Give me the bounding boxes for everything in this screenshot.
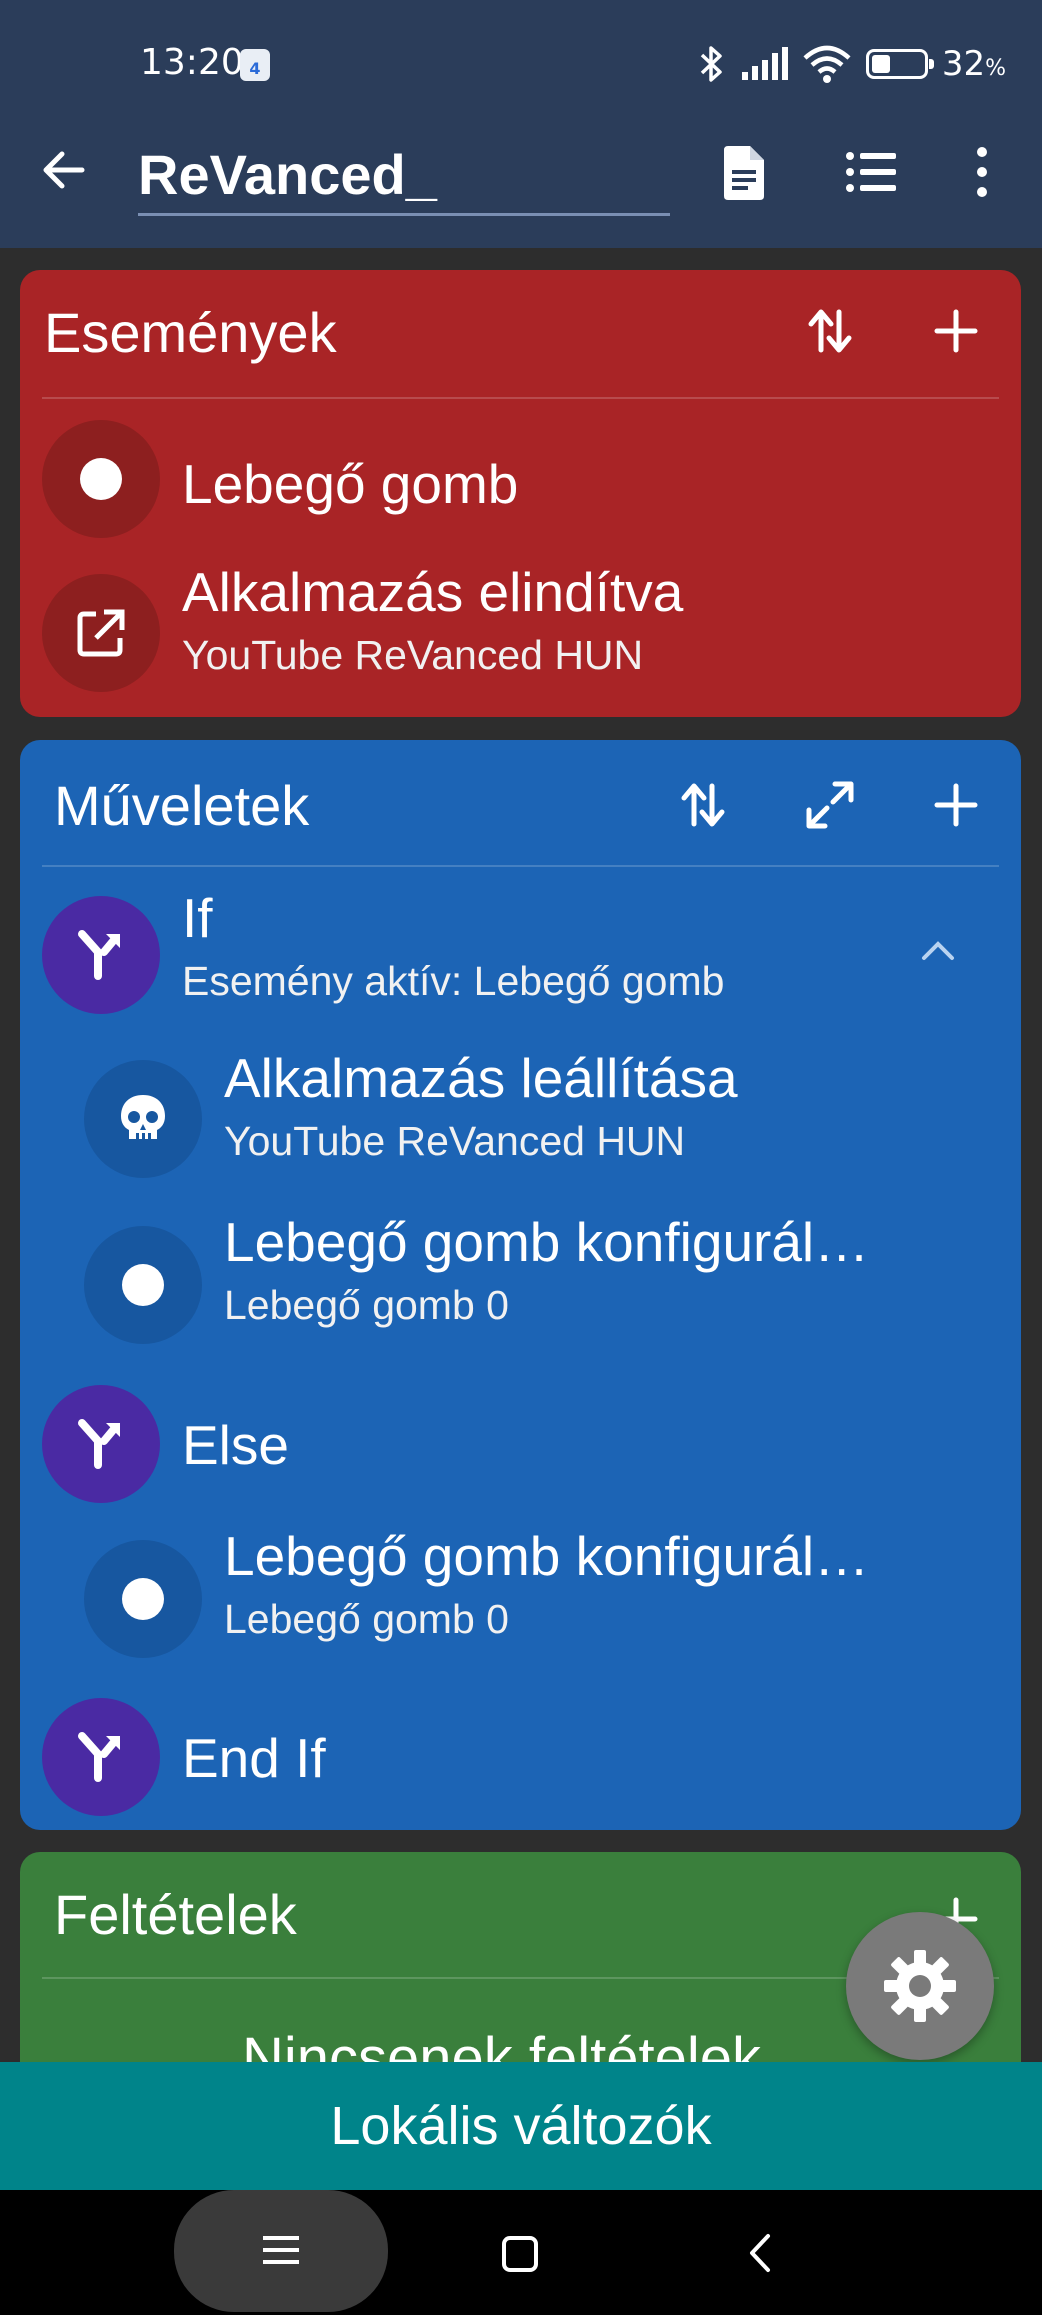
action-title: Lebegő gomb konfigurál…	[224, 1211, 870, 1273]
notification-badge: 4	[240, 49, 270, 81]
battery-percent: 32%	[941, 44, 1006, 84]
recents-button[interactable]	[174, 2190, 388, 2312]
sort-icon[interactable]	[672, 774, 734, 836]
home-icon[interactable]	[498, 2232, 542, 2276]
status-time: 13:20	[140, 42, 244, 83]
wifi-icon	[803, 45, 851, 83]
action-row-if[interactable]: If Esemény aktív: Lebegő gomb	[20, 887, 1021, 1016]
action-row-else[interactable]: Else	[20, 1385, 1021, 1505]
event-row[interactable]: Lebegő gomb	[20, 420, 1021, 540]
dot-icon	[84, 1226, 202, 1344]
bluetooth-icon	[700, 46, 722, 82]
open-external-icon	[42, 574, 160, 692]
macro-name-field[interactable]: ReVanced_	[138, 138, 670, 216]
status-bar: 13:20 4 32%	[0, 0, 1042, 130]
event-subtitle: YouTube ReVanced HUN	[182, 632, 644, 678]
actions-title: Műveletek	[54, 774, 310, 837]
macro-title: ReVanced_	[138, 143, 437, 206]
action-row[interactable]: Lebegő gomb konfigurál… Lebegő gomb 0	[20, 1525, 1021, 1660]
action-title: Alkalmazás leállítása	[224, 1047, 738, 1109]
list-icon[interactable]	[842, 142, 902, 202]
document-icon[interactable]	[714, 142, 774, 202]
gear-icon	[884, 1950, 956, 2022]
sort-icon[interactable]	[799, 300, 861, 362]
signal-icon	[741, 47, 788, 80]
expand-icon[interactable]	[799, 774, 861, 836]
event-title: Alkalmazás elindítva	[182, 561, 684, 623]
events-card: Események Lebegő gomb Alkalmazás elindít…	[20, 270, 1021, 717]
dot-icon	[42, 420, 160, 538]
branch-icon	[42, 1385, 160, 1503]
chevron-up-icon[interactable]	[916, 936, 960, 966]
add-icon[interactable]	[925, 300, 987, 362]
action-subtitle: Esemény aktív: Lebegő gomb	[182, 958, 725, 1004]
action-subtitle: Lebegő gomb 0	[224, 1596, 509, 1642]
dot-icon	[84, 1540, 202, 1658]
event-row[interactable]: Alkalmazás elindítva YouTube ReVanced HU…	[20, 561, 1021, 694]
divider	[42, 397, 999, 399]
menu-icon	[263, 2236, 299, 2264]
events-header: Események	[20, 270, 1021, 398]
action-subtitle: YouTube ReVanced HUN	[224, 1118, 686, 1164]
action-row[interactable]: Alkalmazás leállítása YouTube ReVanced H…	[20, 1047, 1021, 1180]
actions-card: Műveletek If Esemény aktív: Lebegő gomb	[20, 740, 1021, 1830]
action-title: Else	[182, 1414, 289, 1476]
action-row-endif[interactable]: End If	[20, 1698, 1021, 1818]
top-bar: 13:20 4 32% ReVanced_	[0, 0, 1042, 248]
branch-icon	[42, 1698, 160, 1816]
actions-header: Műveletek	[20, 740, 1021, 868]
branch-icon	[42, 896, 160, 1014]
back-nav-icon[interactable]	[742, 2230, 778, 2276]
skull-icon	[84, 1060, 202, 1178]
event-title: Lebegő gomb	[182, 453, 519, 515]
local-variables-label: Lokális változók	[330, 2096, 712, 2156]
battery-icon	[865, 49, 934, 79]
divider	[42, 865, 999, 867]
action-title: End If	[182, 1727, 326, 1789]
action-subtitle: Lebegő gomb 0	[224, 1282, 509, 1328]
conditions-title: Feltételek	[54, 1883, 297, 1946]
add-icon[interactable]	[925, 774, 987, 836]
back-arrow-icon[interactable]	[38, 144, 90, 196]
action-title: Lebegő gomb konfigurál…	[224, 1525, 870, 1587]
status-icons: 32%	[696, 42, 1006, 86]
settings-fab[interactable]	[846, 1912, 994, 2060]
action-row[interactable]: Lebegő gomb konfigurál… Lebegő gomb 0	[20, 1211, 1021, 1346]
more-vert-icon[interactable]	[952, 142, 1012, 202]
local-variables-tab[interactable]: Lokális változók	[0, 2062, 1042, 2190]
events-title: Események	[44, 301, 337, 364]
action-title: If	[182, 887, 213, 949]
